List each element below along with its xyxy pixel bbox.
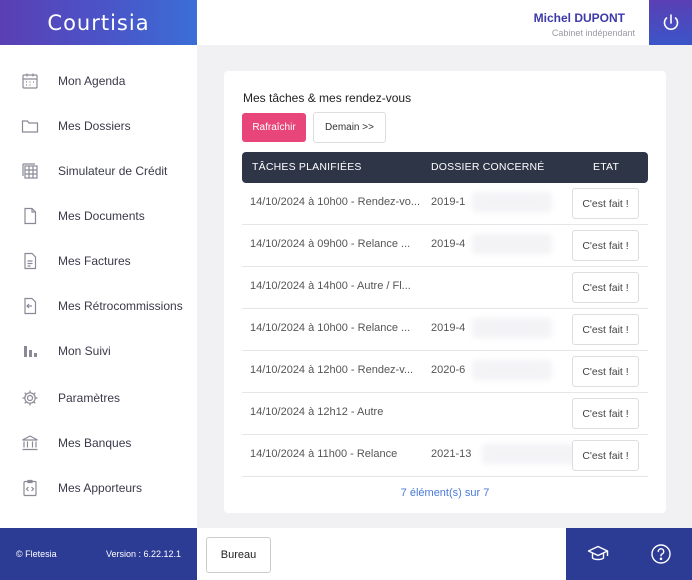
mark-done-button[interactable]: C'est fait ! [572,272,639,303]
sidebar-item-label: Mes Banques [58,436,132,450]
sidebar-item-label: Mes Rétrocommissions [58,299,183,313]
task-cell[interactable]: 14/10/2024 à 10h00 - Relance ... [250,322,410,334]
redacted-name [472,192,552,212]
app-title: Courtisia [47,10,150,35]
dossier-cell[interactable]: 2019-4 [431,322,465,334]
bar-chart-icon [24,346,37,357]
mark-done-button[interactable]: C'est fait ! [572,314,639,345]
top-header: Michel DUPONT Cabinet indépendant [197,0,692,45]
sidebar-item-suivi[interactable]: Mon Suivi [0,334,197,368]
mark-done-button[interactable]: C'est fait ! [572,230,639,261]
sidebar-item-label: Mes Factures [58,254,131,268]
sidebar-footer: © Fletesia Version : 6.22.12.1 [0,528,197,580]
footer-actions [566,528,692,580]
task-cell[interactable]: 14/10/2024 à 12h00 - Rendez-v... [250,364,413,376]
table-row: 14/10/2024 à 10h00 - Relance ... 2019-4 … [242,309,648,351]
version-text: Version : 6.22.12.1 [105,549,181,559]
training-button[interactable] [578,534,618,574]
bureau-button[interactable]: Bureau [206,537,271,573]
dossier-cell[interactable]: 2019-4 [431,238,465,250]
table-header: TÂCHES PLANIFIÉES DOSSIER CONCERNÉ ETAT [242,152,648,183]
table-row: 14/10/2024 à 11h00 - Relance 2021-13 C'e… [242,435,648,477]
tasks-card: Mes tâches & mes rendez-vous Rafraîchir … [224,71,666,513]
user-name[interactable]: Michel DUPONT [534,11,625,25]
sidebar-item-apporteurs[interactable]: Mes Apporteurs [0,471,197,505]
bank-icon [22,435,38,451]
table-row: 14/10/2024 à 12h12 - Autre C'est fait ! [242,393,648,435]
sidebar-item-simulateur[interactable]: Simulateur de Crédit [0,154,197,188]
sidebar-item-dossiers[interactable]: Mes Dossiers [0,109,197,143]
column-header-dossier: DOSSIER CONCERNÉ [431,161,545,173]
sidebar-item-parametres[interactable]: Paramètres [0,381,197,415]
task-cell[interactable]: 14/10/2024 à 12h12 - Autre [250,406,383,418]
bottom-bar: Bureau [197,528,566,580]
task-cell[interactable]: 14/10/2024 à 11h00 - Relance [250,448,397,460]
task-cell[interactable]: 14/10/2024 à 09h00 - Relance ... [250,238,410,250]
table-icon [22,163,38,179]
sidebar-item-label: Mes Dossiers [58,119,131,133]
sidebar-item-banques[interactable]: Mes Banques [0,426,197,460]
table-row: 14/10/2024 à 12h00 - Rendez-v... 2020-6 … [242,351,648,393]
logout-button[interactable] [649,0,692,45]
mark-done-button[interactable]: C'est fait ! [572,398,639,429]
power-icon [663,13,678,30]
sidebar-item-label: Paramètres [58,391,121,405]
invoice-icon [24,252,37,270]
user-subtitle: Cabinet indépendant [551,28,635,38]
card-title: Mes tâches & mes rendez-vous [243,91,412,105]
sidebar-item-factures[interactable]: Mes Factures [0,244,197,278]
calendar-icon [22,73,38,89]
mark-done-button[interactable]: C'est fait ! [572,188,639,219]
table-row: 14/10/2024 à 14h00 - Autre / Fl... C'est… [242,267,648,309]
task-cell[interactable]: 14/10/2024 à 10h00 - Rendez-vo... [250,196,420,208]
redacted-name [472,360,552,380]
sidebar-item-documents[interactable]: Mes Documents [0,199,197,233]
sidebar: Mon Agenda Mes Dossiers Simulateur de Cr… [0,45,197,528]
graduation-cap-icon [587,545,608,561]
redacted-name [482,444,582,464]
sidebar-item-label: Mes Documents [58,209,145,223]
redacted-name [472,318,552,338]
redacted-name [472,234,552,254]
dossier-cell[interactable]: 2019-1 [431,196,465,208]
copyright-text: © Fletesia [16,549,57,559]
sidebar-item-agenda[interactable]: Mon Agenda [0,64,197,98]
document-icon [24,207,37,225]
column-header-tasks: TÂCHES PLANIFIÉES [252,161,362,173]
mark-done-button[interactable]: C'est fait ! [572,356,639,387]
sidebar-item-retrocommissions[interactable]: Mes Rétrocommissions [0,289,197,323]
table-row: 14/10/2024 à 10h00 - Rendez-vo... 2019-1… [242,183,648,225]
folder-icon [21,120,39,133]
column-header-etat: ETAT [593,161,620,173]
sidebar-item-label: Simulateur de Crédit [58,164,168,178]
dossier-cell[interactable]: 2020-6 [431,364,465,376]
commission-icon [24,297,37,315]
sidebar-item-label: Mes Apporteurs [58,481,143,495]
task-cell[interactable]: 14/10/2024 à 14h00 - Autre / Fl... [250,280,411,292]
gear-icon [22,390,38,406]
app-logo[interactable]: Courtisia [0,0,197,45]
help-icon [650,544,671,564]
dossier-cell[interactable]: 2021-13 [431,448,471,460]
tomorrow-button[interactable]: Demain >> [313,112,386,143]
code-file-icon [23,479,37,497]
sidebar-item-label: Mon Suivi [58,344,111,358]
pagination-summary: 7 élément(s) sur 7 [400,487,490,499]
sidebar-item-label: Mon Agenda [58,74,126,88]
mark-done-button[interactable]: C'est fait ! [572,440,639,471]
table-row: 14/10/2024 à 09h00 - Relance ... 2019-4 … [242,225,648,267]
refresh-button[interactable]: Rafraîchir [242,113,306,142]
help-button[interactable] [641,534,681,574]
